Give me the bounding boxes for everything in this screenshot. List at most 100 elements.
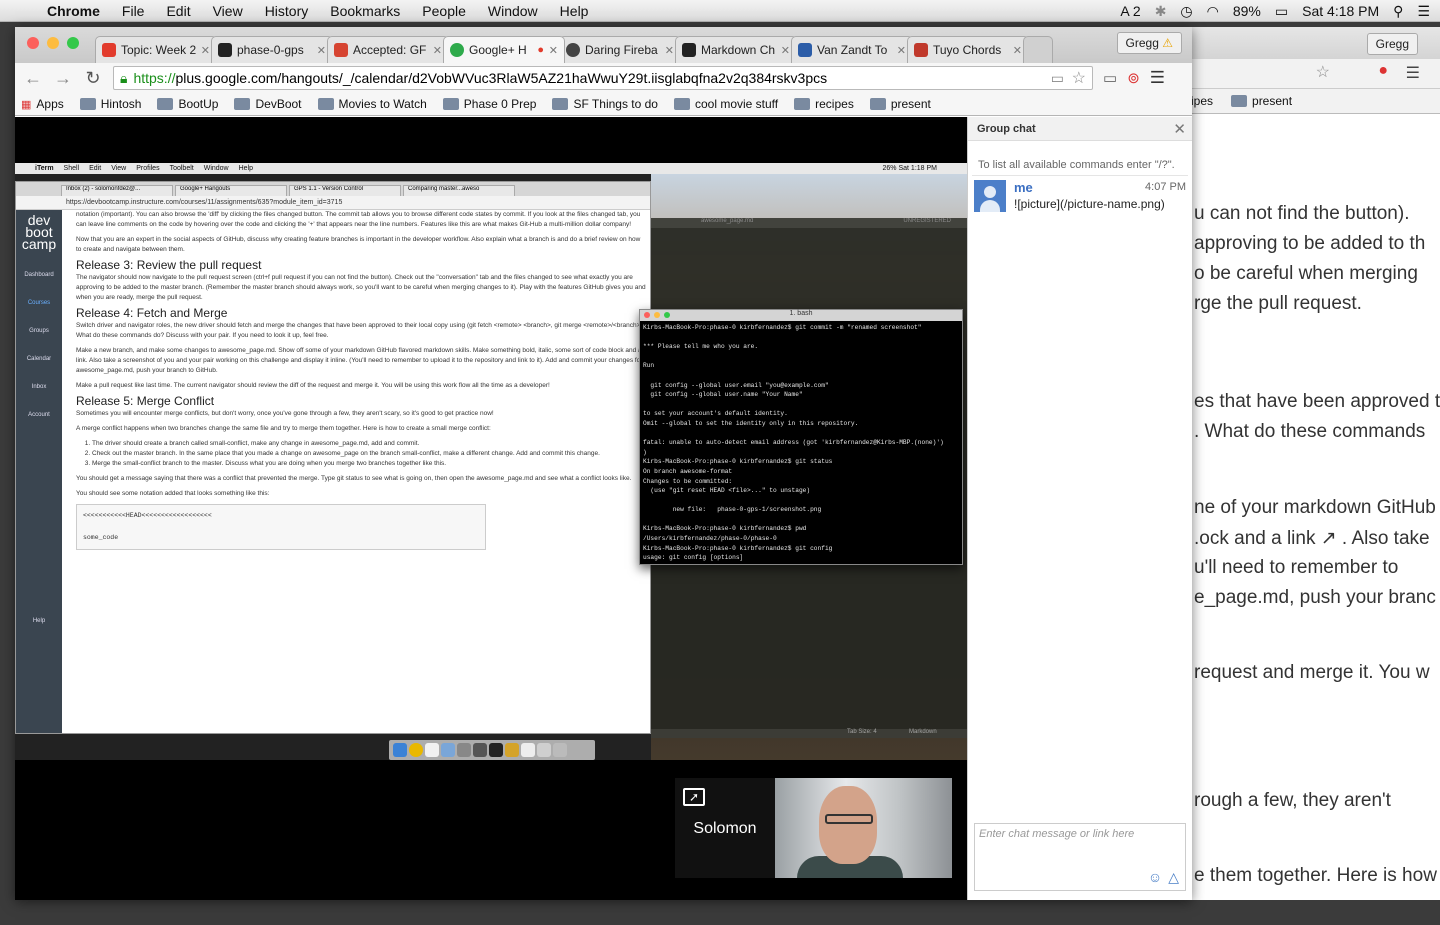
bookmark-devboot[interactable]: DevBoot xyxy=(234,97,302,111)
chat-input[interactable]: Enter chat message or link here ☺ △ xyxy=(974,823,1186,891)
favicon-icon xyxy=(102,43,116,57)
notification-center-icon[interactable]: ☰ xyxy=(1417,3,1430,20)
tab-title: Accepted: GF xyxy=(353,43,427,57)
canvas-nav-item: Dashboard xyxy=(24,272,54,278)
bg-profile-button[interactable]: Gregg xyxy=(1366,33,1418,55)
bookmark-star-icon[interactable]: ☆ xyxy=(1072,68,1086,88)
tab-phase-0-gps[interactable]: phase-0-gps ✕ xyxy=(211,36,333,63)
tab-tuyo-chords[interactable]: Tuyo Chords ✕ xyxy=(907,36,1029,63)
notes-icon xyxy=(521,743,535,757)
tab-accepted[interactable]: Accepted: GF ✕ xyxy=(327,36,449,63)
new-tab-button[interactable] xyxy=(1023,36,1053,63)
spotlight-icon[interactable]: ⚲ xyxy=(1393,3,1403,20)
close-tab-icon[interactable]: ✕ xyxy=(665,44,674,57)
menu-window[interactable]: Window xyxy=(477,3,549,19)
presenter-tile[interactable]: ➚ Solomon xyxy=(675,778,775,878)
close-tab-icon[interactable]: ✕ xyxy=(1013,44,1022,57)
bg-line: e_page.md, push your branc xyxy=(1194,587,1436,608)
tab-title: phase-0-gps xyxy=(237,43,304,57)
forward-button[interactable]: → xyxy=(53,68,73,89)
close-tab-icon[interactable]: ✕ xyxy=(317,44,326,57)
bg-line: rge the pull request. xyxy=(1194,293,1362,314)
chrome-menu-icon[interactable]: ☰ xyxy=(1150,68,1165,88)
bookmark-cool-movie[interactable]: cool movie stuff xyxy=(673,97,778,111)
menu-chrome[interactable]: Chrome xyxy=(36,3,111,19)
adblock-icon[interactable]: ⊚ xyxy=(1127,69,1140,87)
bookmark-recipes[interactable]: recipes xyxy=(794,97,854,111)
gmail-icon xyxy=(334,43,348,57)
content-list: The driver should create a branch called… xyxy=(76,439,646,469)
bluetooth-icon[interactable]: ✱ xyxy=(1155,3,1167,20)
finder-icon xyxy=(393,743,407,757)
bookmark-hintosh[interactable]: Hintosh xyxy=(79,97,141,111)
profile-name: Gregg xyxy=(1125,36,1159,50)
tab-title: Tuyo Chords xyxy=(933,43,1002,57)
code-block: <<<<<<<<<<<HEAD<<<<<<<<<<<<<<<<<< some_c… xyxy=(76,504,486,550)
presenter-name: Solomon xyxy=(693,820,757,837)
back-button[interactable]: ← xyxy=(23,68,43,89)
bg-line: o be careful when merging xyxy=(1194,263,1418,284)
clock[interactable]: Sat 4:18 PM xyxy=(1302,3,1379,19)
bg-bookmark-label: present xyxy=(1252,94,1293,108)
reload-button[interactable]: ↻ xyxy=(83,68,103,89)
menu-view[interactable]: View xyxy=(202,3,254,19)
terminal-window: 1. bash Kirbs-MacBook-Pro:phase-0 kirbfe… xyxy=(639,309,963,565)
bookmark-sf-things[interactable]: SF Things to do xyxy=(552,97,658,111)
tab-title: Van Zandt To xyxy=(817,43,888,57)
bookmark-bootup[interactable]: BootUp xyxy=(157,97,218,111)
code-line: <<<<<<<<<<<HEAD<<<<<<<<<<<<<<<<<< xyxy=(83,512,212,519)
bg-bookmark-present[interactable]: present xyxy=(1231,94,1292,108)
menu-edit[interactable]: Edit xyxy=(155,3,201,19)
tab-title: Google+ H xyxy=(469,43,527,57)
menu-people[interactable]: People xyxy=(411,3,477,19)
chat-message: me ![picture](/picture-name.png) 4:07 PM xyxy=(968,176,1192,216)
menu-history[interactable]: History xyxy=(254,3,320,19)
menu-file[interactable]: File xyxy=(111,3,156,19)
participant-video[interactable] xyxy=(775,778,952,878)
menu-help[interactable]: Help xyxy=(549,3,600,19)
close-tab-icon[interactable]: ✕ xyxy=(433,44,442,57)
close-tab-icon[interactable]: ✕ xyxy=(897,44,906,57)
notification-icon[interactable]: A 2 xyxy=(1120,3,1140,19)
bg-bookmarks-bar: ipes present xyxy=(1191,89,1440,114)
close-window-button[interactable] xyxy=(27,37,39,49)
tab-topic-week[interactable]: Topic: Week 2 ✕ xyxy=(95,36,217,63)
folder-icon xyxy=(1231,95,1248,107)
minimize-window-button[interactable] xyxy=(47,37,59,49)
bg-menu-icon[interactable]: ☰ xyxy=(1406,63,1420,83)
chat-time: 4:07 PM xyxy=(1145,181,1186,193)
content-paragraph: A merge conflict happens when two branch… xyxy=(76,425,491,432)
wifi-icon[interactable]: ◠ xyxy=(1207,3,1219,20)
terminal-titlebar: 1. bash xyxy=(640,310,962,321)
zoom-window-button[interactable] xyxy=(67,37,79,49)
close-chat-icon[interactable]: ✕ xyxy=(1173,120,1186,138)
status-area: A 2 ✱ ◷ ◠ 89% ▭ Sat 4:18 PM ⚲ ☰ xyxy=(1120,0,1430,22)
bookmark-present[interactable]: present xyxy=(869,97,931,111)
close-tab-icon[interactable]: ✕ xyxy=(201,44,210,57)
address-bar[interactable]: 🔒︎ https://plus.google.com/hangouts/_/ca… xyxy=(113,66,1093,90)
tab-markdown-cheatsheet[interactable]: Markdown Ch ✕ xyxy=(675,36,797,63)
time-machine-icon[interactable]: ◷ xyxy=(1180,3,1192,20)
canvas-nav-item: Account xyxy=(28,412,50,418)
canvas-nav-item: Help xyxy=(32,618,46,624)
bg-extension-icon[interactable]: ● xyxy=(1378,62,1388,80)
tab-google-hangouts[interactable]: Google+ H ● ✕ xyxy=(443,36,565,63)
battery-icon[interactable]: ▭ xyxy=(1275,3,1288,20)
cast-icon[interactable]: ▭ xyxy=(1103,69,1117,87)
bookmark-apps[interactable]: ▦ Apps xyxy=(21,97,64,111)
calendar-icon xyxy=(425,743,439,757)
bookmark-phase0[interactable]: Phase 0 Prep xyxy=(442,97,536,111)
bookmark-movies[interactable]: Movies to Watch xyxy=(317,97,427,111)
menu-bookmarks[interactable]: Bookmarks xyxy=(319,3,411,19)
shared-tab: Comparing master...aweso xyxy=(403,185,515,196)
close-tab-icon[interactable]: ✕ xyxy=(781,44,790,57)
bg-star-icon[interactable]: ☆ xyxy=(1316,62,1330,82)
tab-van-zandt[interactable]: Van Zandt To ✕ xyxy=(791,36,913,63)
emoji-icon[interactable]: ☺ xyxy=(1148,869,1162,886)
drive-icon[interactable]: △ xyxy=(1168,869,1179,886)
camera-icon[interactable]: ▭ xyxy=(1051,70,1064,87)
close-tab-icon[interactable]: ✕ xyxy=(549,44,558,57)
profile-button[interactable]: Gregg ⚠ xyxy=(1116,32,1182,54)
tab-daring-fireball[interactable]: Daring Fireba ✕ xyxy=(559,36,681,63)
bg-bookmark-recipes[interactable]: ipes xyxy=(1191,94,1213,108)
